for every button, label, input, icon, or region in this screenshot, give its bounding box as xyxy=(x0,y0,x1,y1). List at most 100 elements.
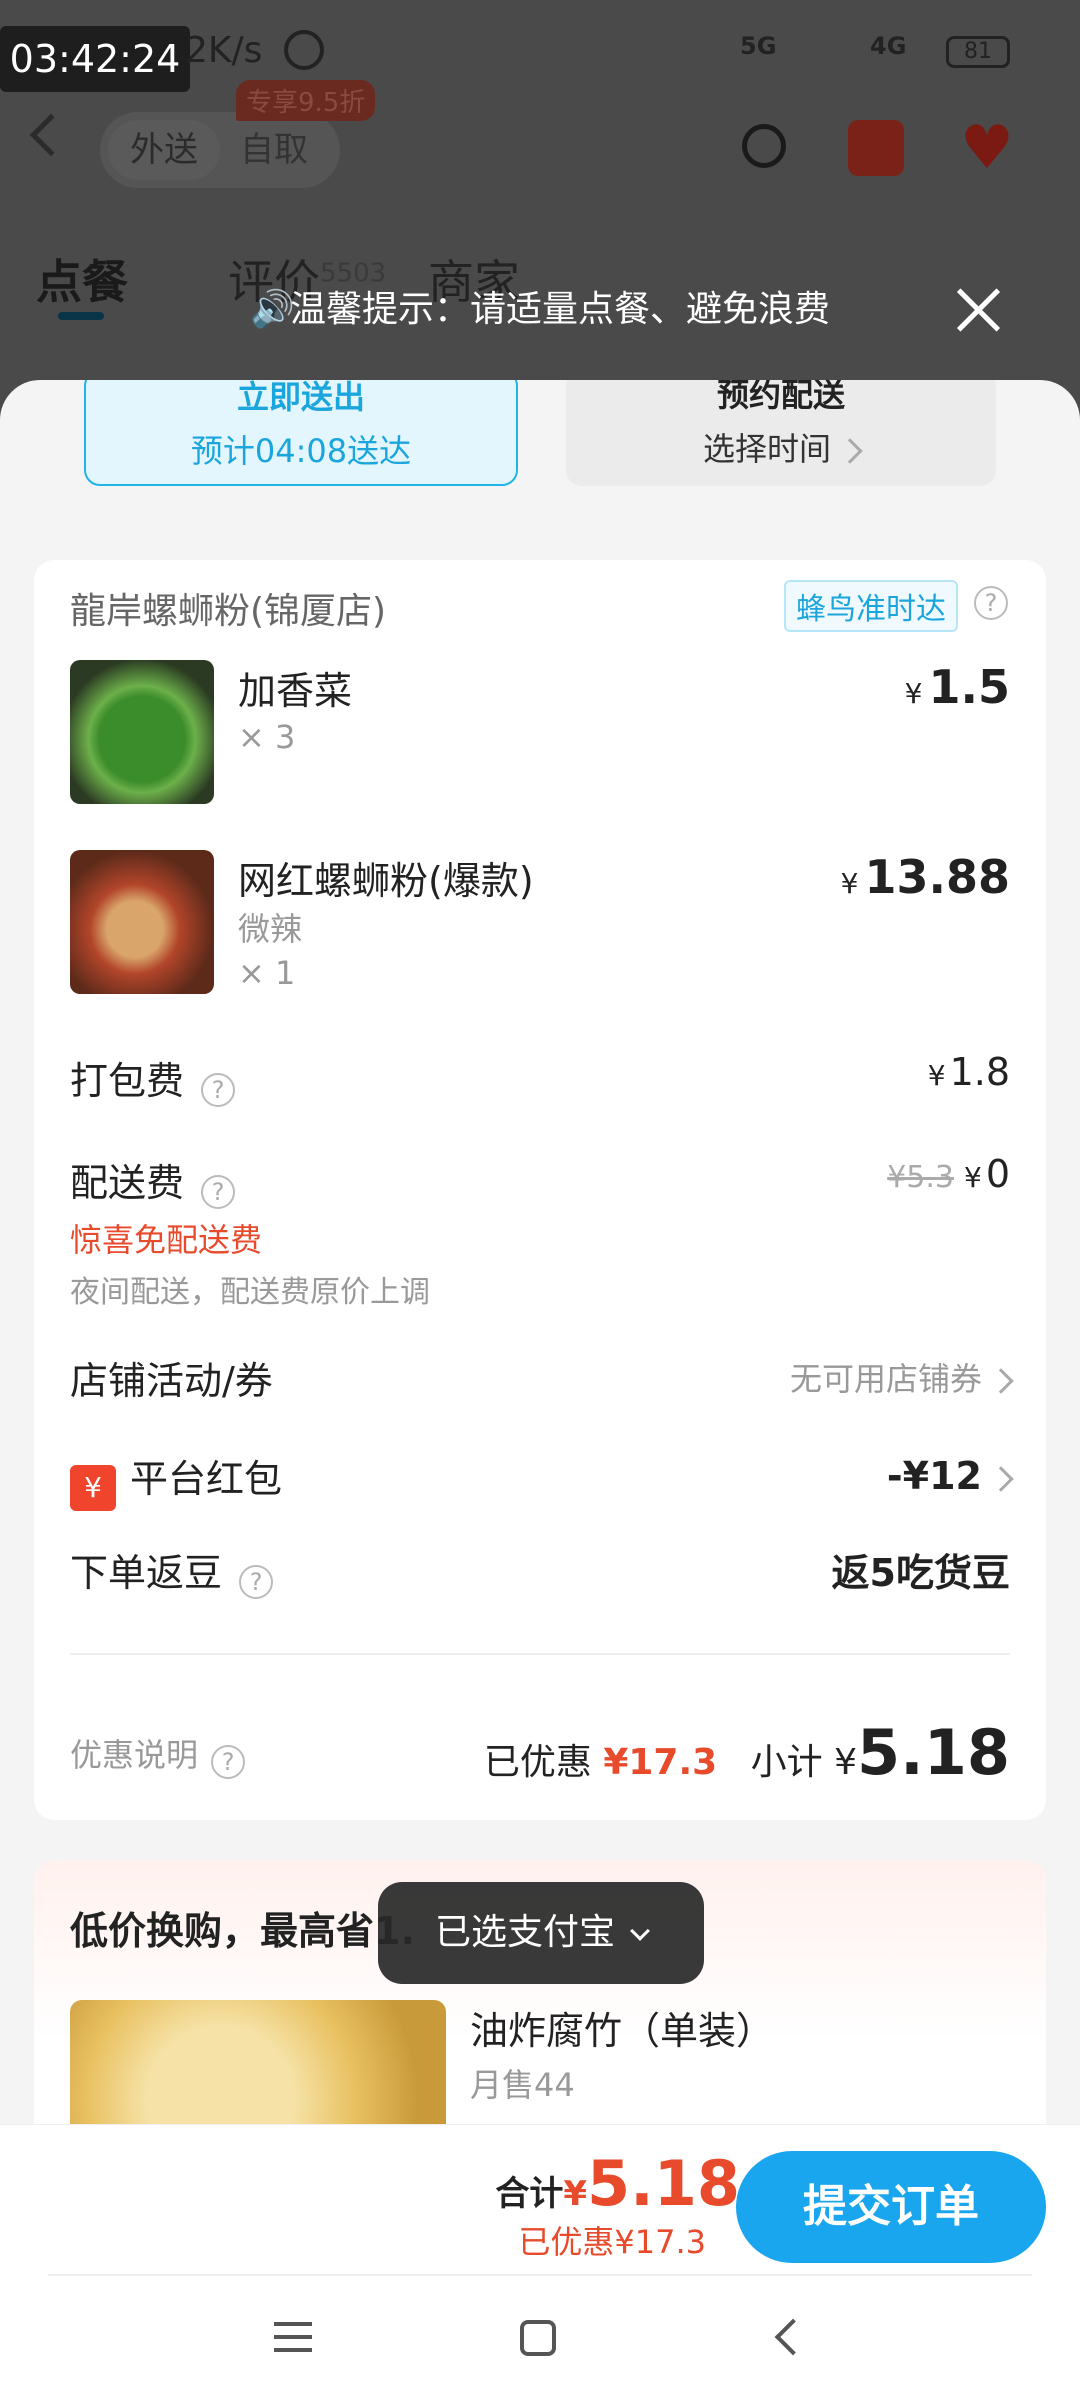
help-icon[interactable]: ? xyxy=(211,1744,246,1779)
item-name: 加香菜 xyxy=(238,669,353,713)
system-nav-bar xyxy=(0,2274,1080,2400)
scheduled-title: 预约配送 xyxy=(716,380,845,414)
exchange-title: 低价换购，最高省1. xyxy=(70,1909,415,1953)
favorite-heart-icon[interactable]: ♥ xyxy=(960,118,1014,178)
discount-note-label[interactable]: 优惠说明 xyxy=(70,1736,198,1774)
shop-coupon-text: 无可用店铺券 xyxy=(789,1360,982,1398)
exchange-product-sales: 月售44 xyxy=(470,2066,575,2104)
item-image xyxy=(70,850,214,994)
help-icon[interactable]: ? xyxy=(239,1564,274,1599)
payment-toast-text: 已选支付宝 xyxy=(434,1912,615,1953)
free-delivery-promo: 惊喜免配送费 xyxy=(70,1220,263,1259)
redpack-icon: ¥ xyxy=(70,1464,116,1511)
chevron-right-icon xyxy=(988,1368,1014,1394)
packing-fee-label: 打包费 xyxy=(70,1059,185,1103)
beans-row: 下单返豆 ? 返5吃货豆 xyxy=(70,1542,1010,1599)
order-card: 龍岸螺蛳粉(锦厦店) 蜂鸟准时达 ? 加香菜 × 3 ¥1.5 网红螺蛳粉(爆款… xyxy=(34,560,1046,1820)
currency-symbol: ¥ xyxy=(963,1161,982,1194)
scheduled-delivery-option[interactable]: 预约配送 选择时间 xyxy=(566,380,996,486)
back-icon[interactable] xyxy=(29,113,73,157)
item-name: 网红螺蛳粉(爆款) xyxy=(238,859,534,903)
chevron-right-icon xyxy=(988,1465,1014,1492)
shop-name: 龍岸螺蛳粉(锦厦店) xyxy=(70,591,387,632)
checkout-footer: 合计¥5.18 已优惠¥17.3 提交订单 xyxy=(0,2124,1080,2274)
platform-redpack-row[interactable]: ¥ 平台红包 -¥12 xyxy=(70,1448,1014,1511)
network-speed: 2K/s xyxy=(185,30,263,71)
promo-badge: 专享9.5折 xyxy=(236,80,376,121)
currency-symbol: ¥ xyxy=(927,1059,946,1092)
subtotal-yen: ¥ xyxy=(834,1742,858,1783)
item-qty: × 3 xyxy=(238,718,296,756)
shop-coupon-value: 无可用店铺券 xyxy=(789,1354,1014,1400)
item-price: ¥13.88 xyxy=(841,850,1010,904)
order-item: 网红螺蛳粉(爆款) 微辣 × 1 ¥13.88 xyxy=(70,850,1010,994)
beans-value: 返5吃货豆 xyxy=(831,1551,1010,1595)
deliver-now-eta: 预计04:08送达 xyxy=(190,432,412,470)
packing-fee-value: ¥1.8 xyxy=(928,1050,1010,1094)
punctual-tag-label: 蜂鸟准时达 xyxy=(796,592,946,627)
total: 合计¥5.18 xyxy=(495,2147,740,2220)
back-icon[interactable] xyxy=(774,2318,812,2356)
item-image xyxy=(70,660,214,804)
platform-redpack-label: 平台红包 xyxy=(130,1457,283,1501)
currency-symbol: ¥ xyxy=(904,677,923,710)
subtotal-label: 小计 xyxy=(750,1742,823,1783)
delivery-fee-label: 配送费 xyxy=(70,1161,185,1205)
help-icon[interactable]: ? xyxy=(201,1072,236,1107)
chevron-right-icon xyxy=(837,438,863,464)
packing-fee-row: 打包费 ? ¥1.8 xyxy=(70,1050,1010,1107)
battery-icon: 81 xyxy=(946,36,1010,68)
total-saved: 已优惠¥17.3 xyxy=(518,2223,706,2261)
mode-delivery[interactable]: 外送 xyxy=(108,120,220,180)
divider xyxy=(70,1653,1010,1655)
deliver-now-title: 立即送出 xyxy=(236,380,365,416)
delivery-mode-switch[interactable]: 外送 自取 xyxy=(100,112,340,188)
item-price: ¥1.5 xyxy=(905,660,1010,714)
total-yen: ¥ xyxy=(563,2174,588,2214)
order-item: 加香菜 × 3 ¥1.5 xyxy=(70,660,1010,804)
currency-symbol: ¥ xyxy=(840,867,859,900)
close-icon[interactable] xyxy=(950,282,1006,338)
scheduled-action: 选择时间 xyxy=(566,424,996,470)
order-sheet: 立即送出 预计04:08送达 预约配送 选择时间 龍岸螺蛳粉(锦厦店) 蜂鸟准时… xyxy=(0,380,1080,2400)
item-spec: 微辣 xyxy=(238,910,303,948)
payment-toast[interactable]: 已选支付宝 xyxy=(378,1882,704,1984)
packing-fee-amount: 1.8 xyxy=(949,1050,1010,1094)
item-qty: × 1 xyxy=(238,954,296,992)
order-summary: 优惠说明 ? 已优惠 ¥17.3 小计 ¥5.18 xyxy=(70,1716,1010,1789)
total-value: 5.18 xyxy=(587,2147,740,2220)
shop-coupon-label: 店铺活动/券 xyxy=(70,1359,273,1403)
submit-order-button[interactable]: 提交订单 xyxy=(736,2151,1046,2263)
delivery-fee-original: ¥5.3 xyxy=(887,1160,954,1195)
deliver-now-option[interactable]: 立即送出 预计04:08送达 xyxy=(84,380,518,486)
clock: 03:42:24 xyxy=(0,26,190,92)
tip-banner: 🔊温馨提示：请适量点餐、避免浪费 xyxy=(0,280,1080,332)
alarm-icon xyxy=(284,30,324,70)
delivery-fee-value: ¥5.3 ¥0 xyxy=(887,1152,1010,1196)
choose-time-label: 选择时间 xyxy=(702,430,831,468)
search-icon[interactable] xyxy=(742,124,786,168)
home-icon[interactable] xyxy=(520,2320,556,2356)
signal-4g-icon: 4G xyxy=(870,32,907,60)
total-label: 合计 xyxy=(495,2174,564,2214)
menu-icon[interactable] xyxy=(274,2322,312,2352)
chevron-down-icon xyxy=(630,1921,650,1941)
saved-label: 已优惠 xyxy=(483,1742,592,1783)
saved-value: ¥17.3 xyxy=(603,1742,718,1783)
delivery-fee-row: 配送费 ? ¥5.3 ¥0 惊喜免配送费 夜间配送，配送费原价上调 xyxy=(70,1152,1010,1311)
subtotal-value: 5.18 xyxy=(857,1716,1010,1789)
redpack-icon[interactable] xyxy=(848,120,904,176)
help-icon[interactable]: ? xyxy=(201,1174,236,1209)
tip-text: 温馨提示：请适量点餐、避免浪费 xyxy=(289,289,830,330)
mode-pickup[interactable]: 自取 xyxy=(240,120,308,180)
item-price-value: 1.5 xyxy=(928,660,1011,714)
subtotal: 已优惠 ¥17.3 小计 ¥5.18 xyxy=(484,1716,1010,1789)
exchange-product-name[interactable]: 油炸腐竹（单装） xyxy=(470,2000,774,2055)
platform-redpack-amount: -¥12 xyxy=(886,1454,982,1498)
delivery-fee-amount: 0 xyxy=(985,1152,1010,1196)
status-bar: 03:42:24 2K/s 5G 4G 81 xyxy=(0,0,1080,100)
help-icon[interactable]: ? xyxy=(974,586,1008,620)
shop-coupon-row[interactable]: 店铺活动/券 无可用店铺券 xyxy=(70,1350,1014,1405)
signal-5g-icon: 5G xyxy=(740,32,777,60)
speaker-icon: 🔊 xyxy=(249,289,295,330)
